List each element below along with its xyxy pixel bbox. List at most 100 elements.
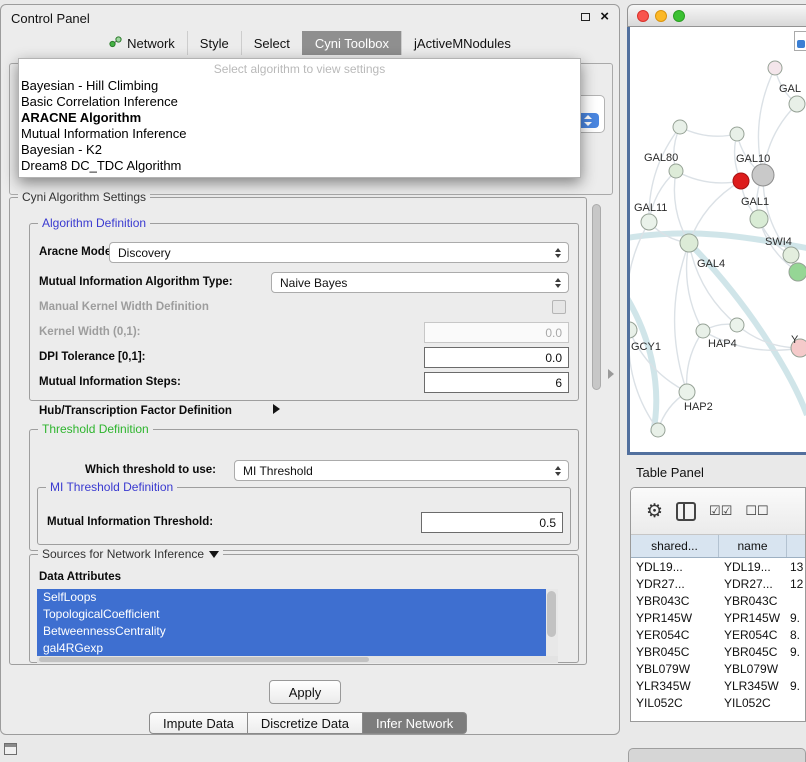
bottom-tab-discretize-data[interactable]: Discretize Data [248,712,363,734]
table-row[interactable]: YER054CYER054C8. [631,626,805,643]
scroll-thumb[interactable] [547,591,556,637]
manual-kernel-checkbox[interactable] [552,300,566,314]
aracne-mode-combo[interactable]: Discovery [109,242,569,263]
network-canvas[interactable]: GALGAL80GAL10GAL11GAL1SWI4GAL4GCY1HAP4YH… [630,27,806,455]
network-node[interactable] [768,61,782,75]
bottom-tab-impute-data[interactable]: Impute Data [149,712,248,734]
table-row[interactable]: YBL079WYBL079W [631,660,805,677]
column-header-col2[interactable] [787,535,805,557]
sources-title[interactable]: Sources for Network Inference [38,547,223,561]
attribute-item-gal4rgexp[interactable]: gal4RGexp [37,639,546,656]
control-panel-window: Control Panel × NetworkStyleSelectCyni T… [0,4,620,735]
deselect-all-icon[interactable]: ☐☐ [745,503,768,519]
network-canvas-frame: GALGAL80GAL10GAL11GAL1SWI4GAL4GCY1HAP4YH… [627,27,806,455]
network-node-gal4[interactable] [680,234,698,252]
mi-threshold-field[interactable]: 0.5 [421,512,563,533]
algorithm-option-dream8-dc-tdc-algorithm[interactable]: Dream8 DC_TDC Algorithm [19,158,580,174]
bird-eye-icon [797,40,805,48]
tab-jactivemnodules[interactable]: jActiveMNodules [401,31,523,55]
network-node-gal10[interactable] [752,164,774,186]
network-node-gal11[interactable] [641,214,657,230]
mi-algorithm-type-combo[interactable]: Naive Bayes [271,272,569,293]
mini-window-icon[interactable] [4,743,17,755]
network-node[interactable] [789,263,806,281]
chevron-right-icon[interactable] [273,404,280,414]
tab-style[interactable]: Style [187,31,241,55]
tab-cyni-toolbox[interactable]: Cyni Toolbox [302,31,401,55]
tab-select[interactable]: Select [241,31,302,55]
kernel-width-field[interactable]: 0.0 [424,322,569,343]
bottom-tab-infer-network[interactable]: Infer Network [363,712,467,734]
network-node-gal[interactable] [789,96,805,112]
network-node-gal1[interactable] [750,210,768,228]
data-attributes-list[interactable]: SelfLoopsTopologicalCoefficientBetweenne… [37,589,558,656]
attribute-item-selfloops[interactable]: SelfLoops [37,589,546,606]
dpi-tolerance-field[interactable]: 0.0 [424,347,569,368]
tab-label: Network [127,36,175,51]
network-node[interactable] [733,173,749,189]
algorithm-option-bayesian-hill-climbing[interactable]: Bayesian - Hill Climbing [19,78,580,94]
attribute-item-topologicalcoefficient[interactable]: TopologicalCoefficient [37,606,546,623]
network-node[interactable] [730,127,744,141]
scroll-thumb[interactable] [39,657,369,662]
network-node-swi4[interactable] [783,247,799,263]
which-threshold-combo[interactable]: MI Threshold [234,460,569,481]
tab-label: Style [200,36,229,51]
network-node-gal80[interactable] [669,164,683,178]
algorithm-option-basic-correlation-inference[interactable]: Basic Correlation Inference [19,94,580,110]
tab-network[interactable]: Network [97,31,187,55]
attribute-item-betweennesscentrality[interactable]: BetweennessCentrality [37,623,546,640]
algorithm-option-aracne-algorithm[interactable]: ARACNE Algorithm [19,110,580,126]
network-node-label: Y [791,334,799,346]
updown-arrows-icon [553,278,562,288]
select-all-icon[interactable]: ☑☑ [709,503,732,519]
table-row[interactable]: YDR27...YDR27...12 [631,575,805,592]
minimize-traffic-light[interactable] [655,10,667,22]
panel-resize-handle[interactable] [608,369,614,379]
algorithm-option-mutual-information-inference[interactable]: Mutual Information Inference [19,126,580,142]
network-node-label: GAL [779,83,801,95]
algorithm-option-bayesian-k2[interactable]: Bayesian - K2 [19,142,580,158]
table-cell: YBL079W [631,662,719,676]
aracne-mode-label: Aracne Mode: [39,246,115,258]
scroll-thumb[interactable] [592,204,601,390]
float-window-icon[interactable] [581,13,590,21]
table-toolbar: ⚙ ☑☑ ☐☐ [631,488,805,535]
hub-section-label[interactable]: Hub/Transcription Factor Definition [39,405,232,417]
algorithm-options: Bayesian - Hill ClimbingBasic Correlatio… [19,78,580,174]
updown-arrows-icon [553,248,562,258]
table-cell: YIL052C [719,696,787,710]
attributes-vscrollbar [546,589,558,656]
network-icon [109,36,122,51]
network-node[interactable] [651,423,665,437]
table-cell: 12 [787,577,805,591]
network-node-hap4[interactable] [696,324,710,338]
chevron-down-icon[interactable] [209,551,219,558]
column-header-shared[interactable]: shared... [631,535,719,557]
table-row[interactable]: YPR145WYPR145W9. [631,609,805,626]
close-icon[interactable]: × [600,12,609,22]
network-corner-widget[interactable] [794,31,806,51]
mi-threshold-label: Mutual Information Threshold: [47,516,213,528]
table-row[interactable]: YLR345WYLR345W9. [631,677,805,694]
data-attributes-label: Data Attributes [39,571,121,583]
mi-steps-field[interactable]: 6 [424,372,569,393]
mi-algorithm-type-value: Naive Bayes [272,276,553,290]
zoom-traffic-light[interactable] [673,10,685,22]
table-row[interactable]: YBR045CYBR045C9. [631,643,805,660]
network-node[interactable] [673,120,687,134]
network-node-hap2[interactable] [679,384,695,400]
gear-icon[interactable]: ⚙ [646,502,663,521]
table-row[interactable]: YIL052CYIL052C [631,694,805,711]
table-row[interactable]: YBR043CYBR043C [631,592,805,609]
network-node[interactable] [730,318,744,332]
close-traffic-light[interactable] [637,10,649,22]
table-row[interactable]: YDL19...YDL19...13 [631,558,805,575]
network-node-gcy1[interactable] [630,322,637,338]
network-edge [687,331,703,392]
aracne-mode-value: Discovery [110,246,553,260]
column-browser-icon[interactable] [676,502,696,521]
apply-button[interactable]: Apply [269,680,341,704]
tab-bar: Network Style SelectCyni ToolboxjActiveMNo… [1,31,619,55]
column-header-name[interactable]: name [719,535,787,557]
